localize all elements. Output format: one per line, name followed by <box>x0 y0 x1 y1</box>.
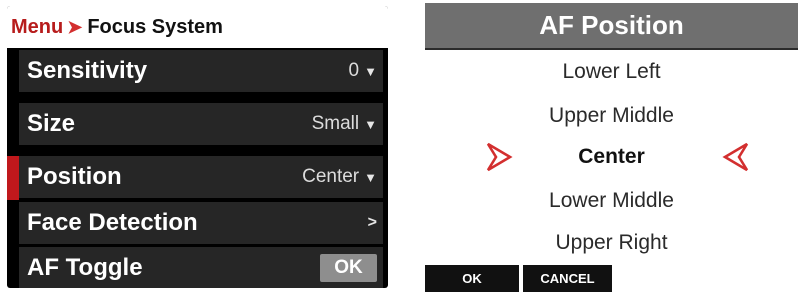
menu-item-value: 0 ▼ <box>349 60 377 82</box>
caret-down-icon: ▼ <box>364 116 377 132</box>
menu-item-label: Position <box>27 163 122 190</box>
menu-item-value: Small ▼ <box>312 113 377 135</box>
menu-item-size[interactable]: Size Small ▼ <box>19 103 383 145</box>
selection-indicator <box>7 156 19 200</box>
breadcrumb: Menu ➤ Focus System <box>7 6 388 48</box>
breadcrumb-separator-icon: ➤ <box>67 16 83 37</box>
option-lower-left[interactable]: Lower Left <box>425 54 798 90</box>
menu-item-af-toggle[interactable]: AF Toggle OK <box>19 247 383 288</box>
option-upper-right[interactable]: Upper Right <box>425 225 798 261</box>
af-toggle-ok-button[interactable]: OK <box>320 254 377 282</box>
right-selection-arrow-icon <box>722 142 749 172</box>
menu-item-value: Center ▼ <box>302 166 377 188</box>
breadcrumb-current: Focus System <box>87 15 223 38</box>
menu-item-sensitivity[interactable]: Sensitivity 0 ▼ <box>19 50 383 92</box>
left-selection-arrow-icon <box>486 142 513 172</box>
position-value: Center <box>302 166 360 187</box>
ok-softkey[interactable]: OK <box>425 265 519 292</box>
option-upper-middle[interactable]: Upper Middle <box>425 98 798 134</box>
menu-item-label: Size <box>27 110 76 137</box>
caret-down-icon: ▼ <box>364 63 377 79</box>
cancel-softkey[interactable]: CANCEL <box>523 265 612 292</box>
menu-item-label: Sensitivity <box>27 57 148 84</box>
chevron-right-icon: > <box>367 214 377 231</box>
size-value: Small <box>311 113 360 134</box>
sensitivity-value: 0 <box>348 60 360 81</box>
menu-item-label: Face Detection <box>27 209 198 236</box>
menu-item-face-detection[interactable]: Face Detection > <box>19 202 383 244</box>
af-position-picker: AF Position Lower Left Upper Middle Cent… <box>425 3 798 292</box>
picker-title: AF Position <box>425 3 798 50</box>
breadcrumb-menu[interactable]: Menu <box>11 16 63 39</box>
option-lower-middle[interactable]: Lower Middle <box>425 183 798 219</box>
caret-down-icon: ▼ <box>364 169 377 185</box>
menu-item-label: AF Toggle <box>27 254 143 281</box>
focus-system-menu: Menu ➤ Focus System Sensitivity 0 ▼ Size… <box>7 6 388 288</box>
menu-item-position[interactable]: Position Center ▼ <box>19 156 383 198</box>
menu-item-value: > <box>364 214 377 232</box>
